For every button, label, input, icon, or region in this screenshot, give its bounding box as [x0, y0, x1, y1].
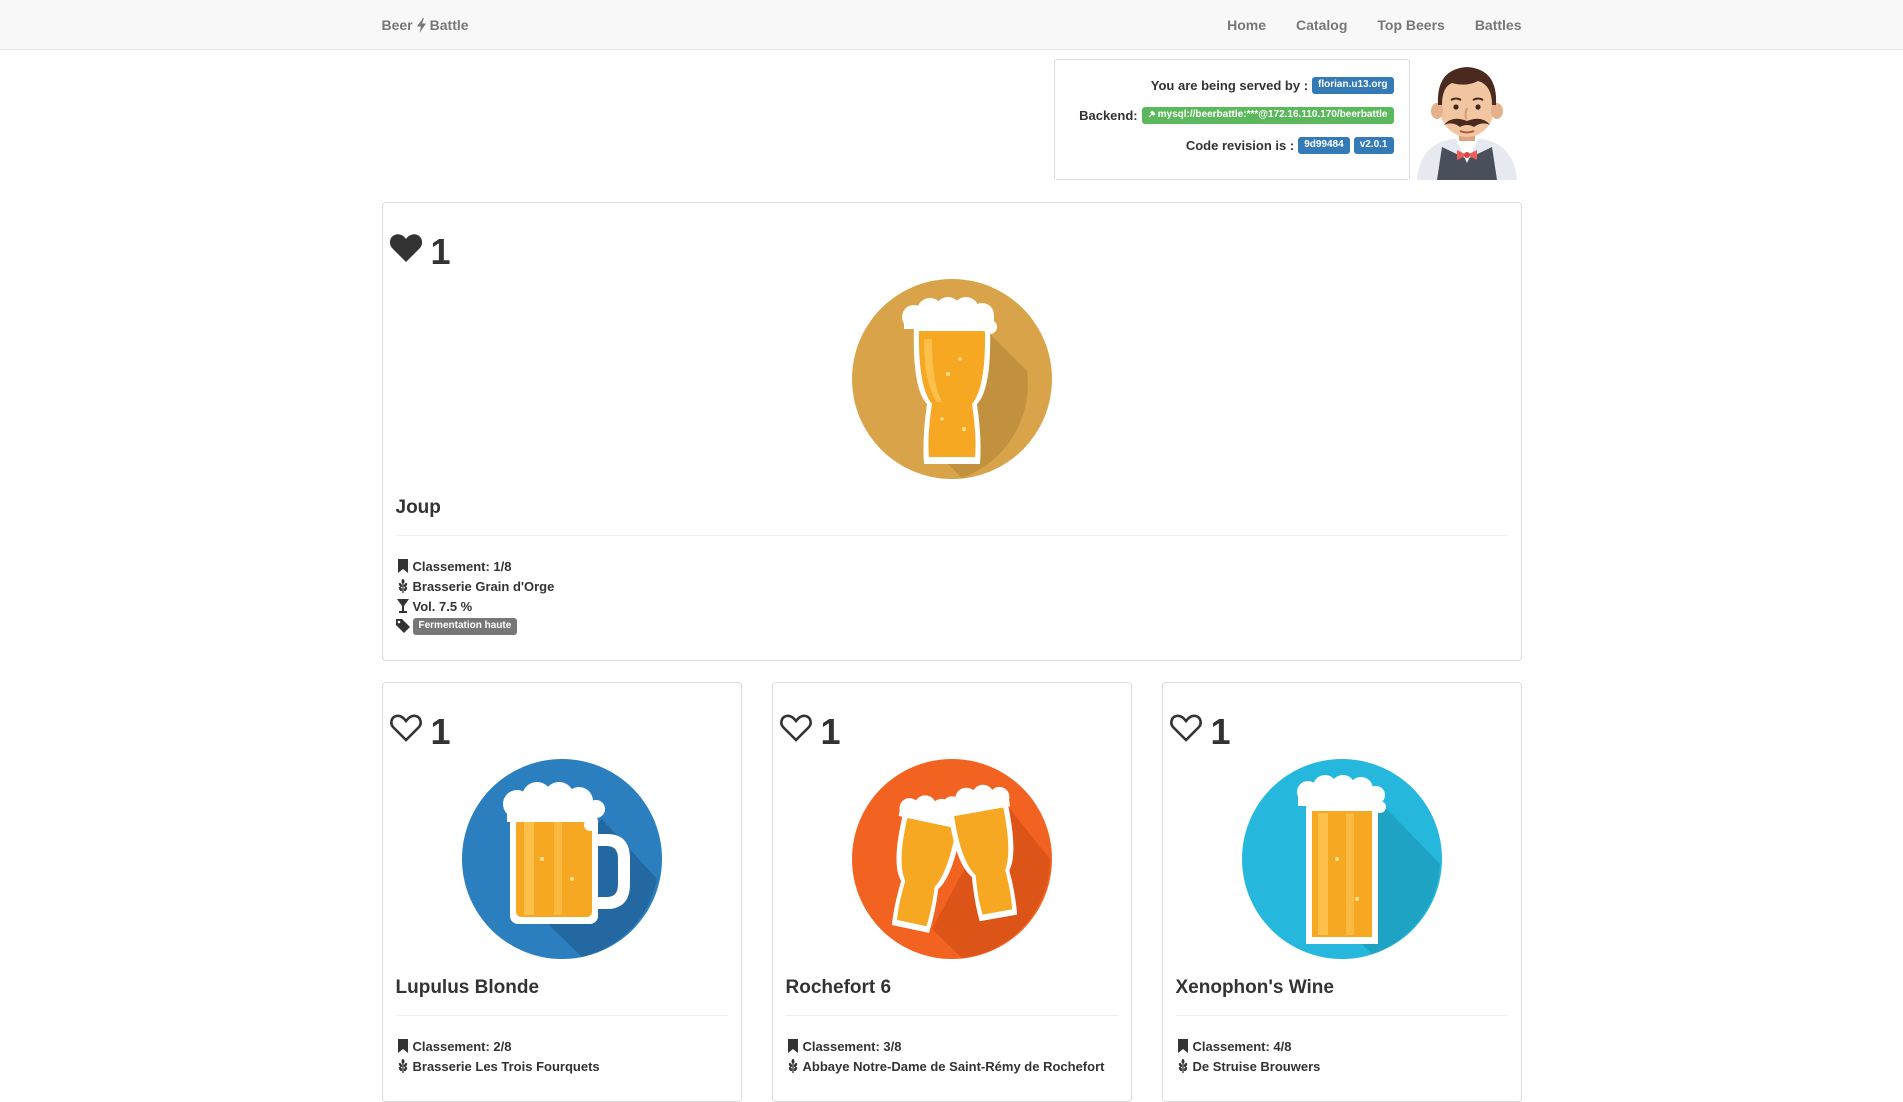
wheat-icon [398, 1059, 407, 1073]
like-counter: 1 [1169, 703, 1231, 753]
beer-name[interactable]: Xenophon's Wine [1176, 977, 1334, 999]
wheat-icon [398, 579, 407, 593]
backend-value: mysql://beerbattle:***@172.16.110.170/be… [1157, 108, 1388, 120]
wheat-icon [788, 1059, 797, 1073]
plug-icon [1148, 110, 1155, 117]
beer-rank: Classement: 2/8 [412, 1038, 512, 1054]
bolt-icon [416, 3, 426, 53]
nav-top-beers[interactable]: Top Beers [1362, 0, 1459, 50]
beer-rank: Classement: 1/8 [412, 558, 512, 574]
brand-link[interactable]: Beer Battle [382, 0, 469, 53]
like-counter: 1 [389, 703, 451, 753]
backend-badge: mysql://beerbattle:***@172.16.110.170/be… [1141, 106, 1394, 124]
beer-brewery[interactable]: De Struise Brouwers [1193, 1059, 1321, 1074]
tag-icon [395, 619, 410, 633]
heart-outline-icon[interactable] [779, 713, 813, 743]
like-count: 1 [820, 711, 841, 752]
nav-home[interactable]: Home [1212, 0, 1281, 50]
bookmark-icon [787, 1039, 798, 1053]
revision-label: Code revision is : [1185, 137, 1295, 153]
heart-outline-icon[interactable] [1169, 713, 1203, 743]
beer-card: 1 Rochefort 6 Classement: 3/8 Abbaye Not… [771, 682, 1132, 1102]
divider [1175, 1015, 1508, 1016]
divider [395, 1015, 728, 1016]
beer-brewery[interactable]: Brasserie Les Trois Fourquets [413, 1059, 600, 1074]
divider [395, 535, 1508, 536]
glass-icon [396, 599, 409, 613]
revision-hash-badge: 9d99484 [1298, 136, 1350, 154]
server-info: You are being served by : florian.u13.or… [1053, 59, 1522, 180]
heart-outline-icon[interactable] [389, 713, 423, 743]
beer-rank: Classement: 3/8 [802, 1038, 902, 1054]
revision-version-badge: v2.0.1 [1353, 136, 1394, 154]
bookmark-icon [397, 559, 408, 573]
beer-tag[interactable]: Fermentation haute [412, 617, 518, 635]
brand-right: Battle [429, 17, 469, 33]
backend-label: Backend: [1079, 107, 1138, 123]
divider [785, 1015, 1118, 1016]
tall-glass-icon [851, 279, 1052, 479]
beer-name[interactable]: Joup [396, 497, 441, 519]
bookmark-icon [397, 1039, 408, 1053]
beer-card: 1 Xenophon's Wine Classement: 4/8 De Str… [1161, 682, 1522, 1102]
heart-filled-icon[interactable] [389, 233, 423, 263]
like-count: 1 [1210, 711, 1231, 752]
served-by-label: You are being served by : [1150, 77, 1309, 93]
beer-abv: Vol. 7.5 % [412, 598, 473, 614]
beer-name[interactable]: Lupulus Blonde [396, 977, 540, 999]
beer-name[interactable]: Rochefort 6 [786, 977, 892, 999]
like-count: 1 [430, 231, 451, 272]
like-counter: 1 [779, 703, 841, 753]
wheat-icon [1178, 1059, 1187, 1073]
cheers-icon [851, 759, 1052, 959]
like-counter: 1 [389, 223, 451, 273]
beer-brewery[interactable]: Brasserie Grain d'Orge [413, 579, 555, 594]
server-info-panel: You are being served by : florian.u13.or… [1053, 59, 1410, 180]
served-by-badge: florian.u13.org [1312, 76, 1394, 94]
nav-battles[interactable]: Battles [1460, 0, 1522, 50]
beer-card: 1 Lupulus Blonde Classement: 2/8 Brasser… [381, 682, 742, 1102]
nav-catalog[interactable]: Catalog [1281, 0, 1362, 50]
mug-icon [461, 759, 662, 959]
pint-glass-icon [1241, 759, 1442, 959]
featured-beer-card: 1 Joup Classement: 1/8 Brasserie Grain d… [381, 202, 1522, 661]
bookmark-icon [1177, 1039, 1188, 1053]
beer-brewery[interactable]: Abbaye Notre-Dame de Saint-Rémy de Roche… [803, 1059, 1105, 1074]
like-count: 1 [430, 711, 451, 752]
brand-left: Beer [381, 17, 413, 33]
waiter-avatar [1412, 59, 1522, 180]
beer-rank: Classement: 4/8 [1192, 1038, 1292, 1054]
navbar: Beer Battle Home Catalog Top Beers Battle… [0, 0, 1903, 50]
